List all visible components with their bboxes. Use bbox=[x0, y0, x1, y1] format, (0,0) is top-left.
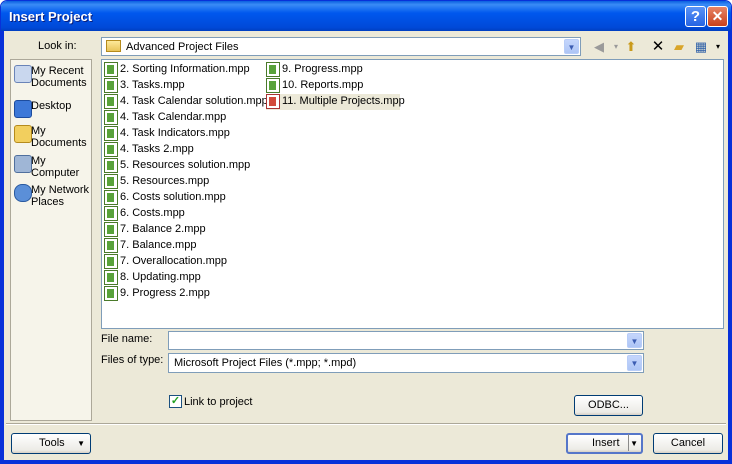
desktop-icon bbox=[14, 100, 32, 118]
views-dropdown-icon[interactable]: ▾ bbox=[709, 38, 727, 55]
up-folder-icon[interactable]: ⬆ bbox=[622, 38, 640, 55]
file-name: 7. Balance.mpp bbox=[120, 239, 197, 251]
file-item[interactable]: 11. Multiple Projects.mpp bbox=[266, 94, 405, 110]
recent-documents-icon bbox=[14, 65, 32, 83]
window-border-right bbox=[728, 31, 731, 463]
project-file-icon bbox=[104, 126, 118, 141]
link-to-project-checkbox[interactable]: ✓ bbox=[169, 395, 182, 408]
file-name: 4. Task Calendar.mpp bbox=[120, 111, 227, 123]
project-file-icon bbox=[104, 142, 118, 157]
file-name: 4. Tasks 2.mpp bbox=[120, 143, 194, 155]
project-file-icon bbox=[104, 190, 118, 205]
close-button[interactable]: ✕ bbox=[707, 6, 728, 27]
files-of-type-combo[interactable]: Microsoft Project Files (*.mpp; *.mpd) ▼ bbox=[168, 353, 644, 373]
title-bar[interactable]: Insert Project ? ✕ bbox=[1, 1, 731, 31]
file-name: 6. Costs solution.mpp bbox=[120, 191, 226, 203]
insert-split-divider bbox=[628, 434, 629, 451]
project-file-icon bbox=[266, 94, 280, 109]
place-label: My Documents bbox=[31, 125, 87, 149]
project-file-icon bbox=[104, 78, 118, 93]
new-folder-icon[interactable]: ▰ bbox=[670, 38, 688, 55]
insert-project-dialog: Insert Project ? ✕ Look in: Advanced Pro… bbox=[0, 0, 732, 464]
cancel-button[interactable]: Cancel bbox=[653, 433, 723, 454]
project-file-icon bbox=[104, 238, 118, 253]
file-name: 9. Progress.mpp bbox=[282, 63, 363, 75]
file-name: 9. Progress 2.mpp bbox=[120, 287, 210, 299]
file-name: 2. Sorting Information.mpp bbox=[120, 63, 250, 75]
place-label: My Network Places bbox=[31, 184, 90, 208]
tools-button-label: Tools bbox=[39, 437, 65, 449]
footer-separator bbox=[6, 423, 726, 425]
project-file-icon bbox=[104, 206, 118, 221]
project-file-icon bbox=[104, 110, 118, 125]
my-computer-icon bbox=[14, 155, 32, 173]
chevron-down-icon: ▼ bbox=[77, 439, 85, 448]
file-name-dropdown-button[interactable]: ▼ bbox=[627, 333, 642, 348]
project-file-icon bbox=[104, 158, 118, 173]
files-of-type-dropdown-button[interactable]: ▼ bbox=[627, 355, 642, 371]
insert-button-label: Insert bbox=[592, 437, 620, 449]
help-button[interactable]: ? bbox=[685, 6, 706, 27]
project-file-icon bbox=[104, 270, 118, 285]
odbc-button[interactable]: ODBC... bbox=[574, 395, 643, 416]
look-in-combo[interactable]: Advanced Project Files ▼ bbox=[101, 37, 581, 56]
network-places-icon bbox=[14, 184, 32, 202]
tools-button[interactable]: Tools ▼ bbox=[11, 433, 91, 454]
delete-icon[interactable]: ✕ bbox=[649, 38, 667, 55]
look-in-value: Advanced Project Files bbox=[126, 41, 239, 53]
file-name: 6. Costs.mpp bbox=[120, 207, 185, 219]
file-name: 3. Tasks.mpp bbox=[120, 79, 185, 91]
file-name: 5. Resources solution.mpp bbox=[120, 159, 251, 171]
file-list[interactable]: 2. Sorting Information.mpp 3. Tasks.mpp 4.… bbox=[101, 59, 724, 329]
project-file-icon bbox=[104, 174, 118, 189]
project-file-icon bbox=[104, 222, 118, 237]
file-name: 4. Task Calendar solution.mpp bbox=[120, 95, 268, 107]
views-icon[interactable]: ▦ bbox=[692, 38, 710, 55]
files-of-type-value: Microsoft Project Files (*.mpp; *.mpd) bbox=[174, 357, 357, 369]
place-label: My Recent Documents bbox=[31, 65, 87, 89]
project-file-icon bbox=[266, 62, 280, 77]
chevron-down-icon: ▼ bbox=[567, 43, 576, 52]
file-name: 11. Multiple Projects.mpp bbox=[282, 95, 405, 107]
places-bar: My Recent Documents Desktop My Documents… bbox=[10, 59, 92, 421]
insert-button[interactable]: Insert ▼ bbox=[566, 433, 643, 454]
files-of-type-label: Files of type: bbox=[101, 354, 164, 366]
look-in-dropdown-button[interactable]: ▼ bbox=[564, 39, 579, 54]
place-label: Desktop bbox=[31, 100, 72, 112]
dialog-title: Insert Project bbox=[9, 9, 93, 24]
file-name: 7. Overallocation.mpp bbox=[120, 255, 227, 267]
file-name-combo[interactable]: ▼ bbox=[168, 331, 644, 350]
chevron-down-icon: ▼ bbox=[630, 337, 639, 346]
place-label: My Computer bbox=[31, 155, 80, 179]
file-name: 10. Reports.mpp bbox=[282, 79, 364, 91]
window-border-left bbox=[1, 31, 4, 463]
file-name: 8. Updating.mpp bbox=[120, 271, 201, 283]
project-file-icon bbox=[104, 94, 118, 109]
project-file-icon bbox=[104, 286, 118, 301]
file-name: 4. Task Indicators.mpp bbox=[120, 127, 230, 139]
back-icon[interactable]: ◀ bbox=[590, 38, 608, 55]
file-name: 5. Resources.mpp bbox=[120, 175, 210, 187]
chevron-down-icon[interactable]: ▼ bbox=[630, 434, 638, 453]
project-file-icon bbox=[104, 254, 118, 269]
file-name: 7. Balance 2.mpp bbox=[120, 223, 206, 235]
look-in-label: Look in: bbox=[38, 40, 77, 52]
chevron-down-icon: ▼ bbox=[630, 359, 639, 368]
window-border-bottom bbox=[1, 460, 731, 463]
project-file-icon bbox=[104, 62, 118, 77]
link-to-project-label: Link to project bbox=[184, 396, 253, 408]
my-documents-icon bbox=[14, 125, 32, 143]
folder-icon bbox=[106, 40, 121, 52]
project-file-icon bbox=[266, 78, 280, 93]
file-name-label: File name: bbox=[101, 333, 153, 345]
